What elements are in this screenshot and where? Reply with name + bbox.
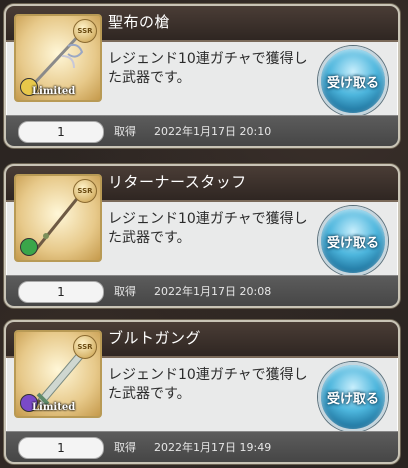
item-card: ブルトガング SSR Limited レジェンド10連ガチャで獲得した武器です。… bbox=[4, 320, 400, 464]
weapon-thumbnail[interactable]: SSR Limited bbox=[14, 14, 102, 102]
status-label: 取得 bbox=[114, 441, 136, 454]
item-card: リターナースタッフ SSR レジェンド10連ガチャで獲得した武器です。 受け取る… bbox=[4, 164, 400, 308]
item-name: リターナースタッフ bbox=[108, 173, 247, 191]
ssr-badge: SSR bbox=[73, 335, 97, 359]
status-label: 取得 bbox=[114, 285, 136, 298]
weapon-thumbnail[interactable]: SSR bbox=[14, 174, 102, 262]
limited-label: Limited bbox=[32, 402, 76, 413]
obtained-date: 2022年1月17日 19:49 bbox=[154, 441, 272, 454]
item-card: 聖布の槍 SSR Limited レジェンド10連ガチャで獲得した武器です。 受… bbox=[4, 4, 400, 148]
quantity-field: 1 bbox=[18, 437, 104, 459]
item-description: レジェンド10連ガチャで獲得した武器です。 bbox=[108, 367, 308, 402]
receive-button[interactable]: 受け取る bbox=[318, 206, 388, 276]
item-name: ブルトガング bbox=[108, 329, 202, 347]
card-footer: 1 取得 2022年1月17日 19:49 bbox=[6, 431, 398, 462]
item-name: 聖布の槍 bbox=[108, 13, 171, 31]
quantity-field: 1 bbox=[18, 281, 104, 303]
card-footer: 1 取得 2022年1月17日 20:10 bbox=[6, 115, 398, 146]
status-label: 取得 bbox=[114, 125, 136, 138]
obtained-date: 2022年1月17日 20:08 bbox=[154, 285, 272, 298]
ssr-badge: SSR bbox=[73, 179, 97, 203]
card-footer: 1 取得 2022年1月17日 20:08 bbox=[6, 275, 398, 306]
ssr-badge: SSR bbox=[73, 19, 97, 43]
quantity-field: 1 bbox=[18, 121, 104, 143]
wind-element-icon bbox=[20, 238, 38, 256]
obtained-date: 2022年1月17日 20:10 bbox=[154, 125, 272, 138]
limited-label: Limited bbox=[32, 86, 76, 97]
weapon-thumbnail[interactable]: SSR Limited bbox=[14, 330, 102, 418]
receive-button[interactable]: 受け取る bbox=[318, 362, 388, 432]
receive-button[interactable]: 受け取る bbox=[318, 46, 388, 116]
item-description: レジェンド10連ガチャで獲得した武器です。 bbox=[108, 211, 308, 246]
item-description: レジェンド10連ガチャで獲得した武器です。 bbox=[108, 51, 308, 86]
